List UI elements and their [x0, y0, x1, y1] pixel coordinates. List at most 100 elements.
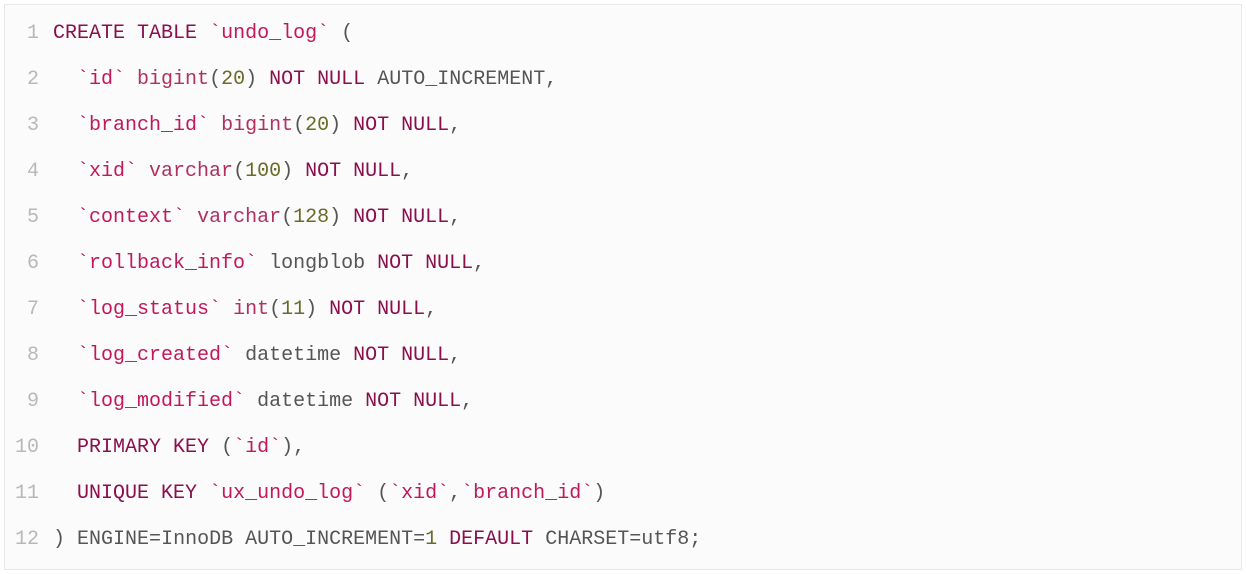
- token-num: 100: [245, 160, 281, 183]
- line-number: 9: [5, 379, 53, 425]
- token-pun: ,: [293, 436, 305, 459]
- code-content: `branch_id` bigint(20) NOT NULL,: [53, 103, 461, 149]
- code-line: 11 UNIQUE KEY `ux_undo_log` (`xid`,`bran…: [5, 471, 1241, 517]
- token-pun: ,: [461, 390, 473, 413]
- token-str: `branch_id`: [461, 482, 593, 505]
- token-kw: NOT: [353, 114, 389, 137]
- token-str: `branch_id`: [77, 114, 209, 137]
- token-eq: =: [629, 528, 641, 551]
- line-number: 1: [5, 11, 53, 57]
- code-line: 8 `log_created` datetime NOT NULL,: [5, 333, 1241, 379]
- token-kw: KEY: [161, 482, 197, 505]
- token-kw: TABLE: [137, 22, 197, 45]
- code-line: 12) ENGINE=InnoDB AUTO_INCREMENT=1 DEFAU…: [5, 517, 1241, 563]
- line-number: 6: [5, 241, 53, 287]
- token-pun: ): [593, 482, 605, 505]
- token-kw: NOT: [305, 160, 341, 183]
- token-kw: NOT: [365, 390, 401, 413]
- token-pun: (: [233, 160, 245, 183]
- token-id: datetime: [245, 344, 341, 367]
- token-num: 11: [281, 298, 305, 321]
- code-line: 4 `xid` varchar(100) NOT NULL,: [5, 149, 1241, 195]
- token-kw: NULL: [317, 68, 365, 91]
- line-number: 5: [5, 195, 53, 241]
- token-kw: DEFAULT: [449, 528, 533, 551]
- token-id: datetime: [257, 390, 353, 413]
- token-id: utf8: [641, 528, 689, 551]
- token-pun: (: [293, 114, 305, 137]
- token-type: varchar: [149, 160, 233, 183]
- token-pun: ,: [425, 298, 437, 321]
- token-eq: =: [149, 528, 161, 551]
- code-line: 3 `branch_id` bigint(20) NOT NULL,: [5, 103, 1241, 149]
- token-kw: CREATE: [53, 22, 125, 45]
- token-kw: NOT: [377, 252, 413, 275]
- token-type: bigint: [137, 68, 209, 91]
- token-pun: (: [209, 68, 221, 91]
- token-str: `id`: [77, 68, 125, 91]
- token-kw: NULL: [425, 252, 473, 275]
- token-str: `context`: [77, 206, 185, 229]
- token-id: AUTO_INCREMENT: [377, 68, 545, 91]
- line-number: 2: [5, 57, 53, 103]
- line-number: 10: [5, 425, 53, 471]
- token-kw: NULL: [377, 298, 425, 321]
- token-str: `undo_log`: [209, 22, 329, 45]
- token-num: 128: [293, 206, 329, 229]
- token-pun: ): [281, 160, 293, 183]
- token-pun: (: [341, 22, 353, 45]
- token-kw: NOT: [353, 206, 389, 229]
- token-kw: NOT: [353, 344, 389, 367]
- token-type: varchar: [197, 206, 281, 229]
- code-content: ) ENGINE=InnoDB AUTO_INCREMENT=1 DEFAULT…: [53, 517, 701, 563]
- token-kw: NULL: [353, 160, 401, 183]
- line-number: 11: [5, 471, 53, 517]
- token-kw: NULL: [401, 114, 449, 137]
- line-number: 8: [5, 333, 53, 379]
- line-number: 3: [5, 103, 53, 149]
- code-content: `log_created` datetime NOT NULL,: [53, 333, 461, 379]
- code-content: `log_modified` datetime NOT NULL,: [53, 379, 473, 425]
- token-type: bigint: [221, 114, 293, 137]
- token-pun: ,: [401, 160, 413, 183]
- token-str: `log_modified`: [77, 390, 245, 413]
- code-line: 1CREATE TABLE `undo_log` (: [5, 11, 1241, 57]
- token-pun: (: [221, 436, 233, 459]
- token-str: `id`: [233, 436, 281, 459]
- token-pun: ): [245, 68, 257, 91]
- token-kw: NULL: [401, 344, 449, 367]
- token-pun: ,: [473, 252, 485, 275]
- token-str: `xid`: [77, 160, 137, 183]
- token-pun: ;: [689, 528, 701, 551]
- token-id: longblob: [269, 252, 365, 275]
- token-pun: (: [281, 206, 293, 229]
- token-pun: ,: [449, 344, 461, 367]
- token-kw: NULL: [401, 206, 449, 229]
- code-line: 6 `rollback_info` longblob NOT NULL,: [5, 241, 1241, 287]
- code-content: `context` varchar(128) NOT NULL,: [53, 195, 461, 241]
- code-content: `log_status` int(11) NOT NULL,: [53, 287, 437, 333]
- code-content: UNIQUE KEY `ux_undo_log` (`xid`,`branch_…: [53, 471, 605, 517]
- token-eq: =: [413, 528, 425, 551]
- code-content: `id` bigint(20) NOT NULL AUTO_INCREMENT,: [53, 57, 557, 103]
- token-num: 1: [425, 528, 437, 551]
- token-str: `xid`: [389, 482, 449, 505]
- token-kw: NULL: [413, 390, 461, 413]
- code-content: CREATE TABLE `undo_log` (: [53, 11, 353, 57]
- token-str: `log_status`: [77, 298, 221, 321]
- code-content: `rollback_info` longblob NOT NULL,: [53, 241, 485, 287]
- token-str: `rollback_info`: [77, 252, 257, 275]
- token-pun: ,: [449, 206, 461, 229]
- token-id: AUTO_INCREMENT: [245, 528, 413, 551]
- code-line: 10 PRIMARY KEY (`id`),: [5, 425, 1241, 471]
- code-line: 9 `log_modified` datetime NOT NULL,: [5, 379, 1241, 425]
- token-id: ENGINE: [77, 528, 149, 551]
- code-line: 5 `context` varchar(128) NOT NULL,: [5, 195, 1241, 241]
- line-number: 7: [5, 287, 53, 333]
- token-str: `ux_undo_log`: [209, 482, 365, 505]
- token-num: 20: [221, 68, 245, 91]
- token-pun: ,: [545, 68, 557, 91]
- token-type: int: [233, 298, 269, 321]
- token-id: CHARSET: [545, 528, 629, 551]
- token-pun: (: [269, 298, 281, 321]
